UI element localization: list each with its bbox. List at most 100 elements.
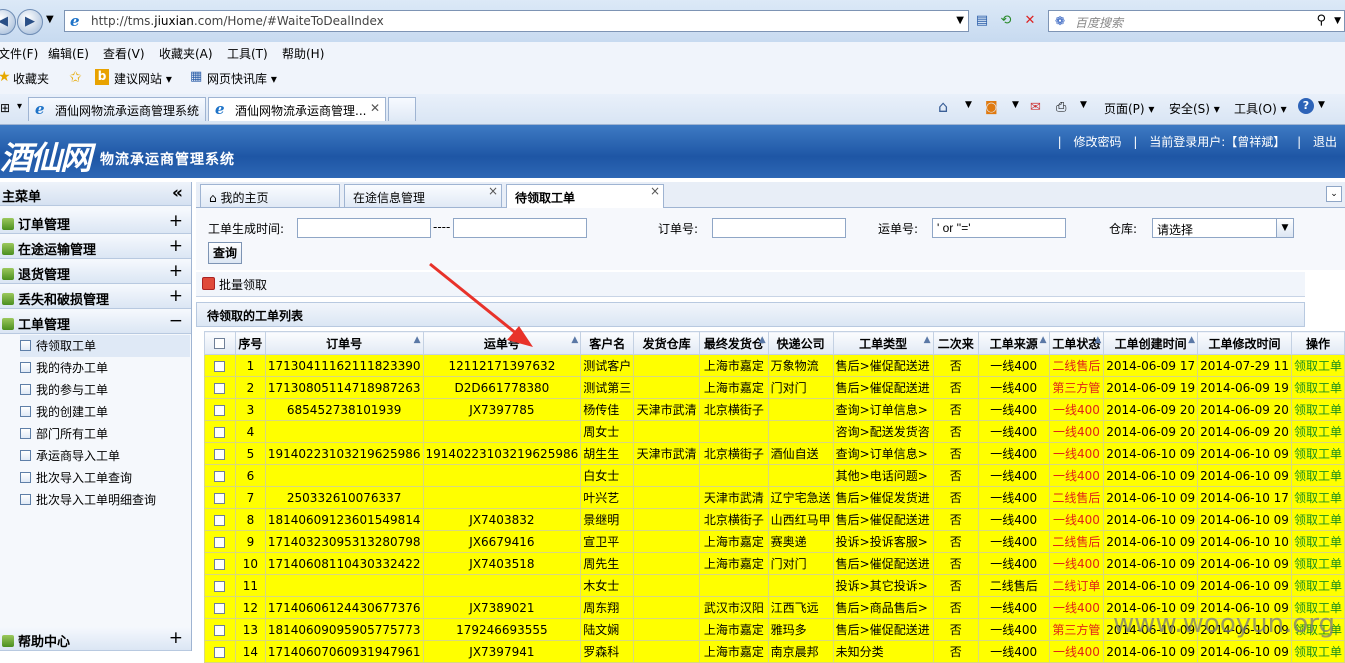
sidebar-item-my-todo[interactable]: 我的待办工单 xyxy=(20,357,108,379)
claim-work-order-link[interactable]: 领取工单 xyxy=(1290,530,1345,553)
order-no-input[interactable] xyxy=(712,218,846,238)
suggested-sites-link[interactable]: 建议网站 ▾ xyxy=(114,70,172,87)
table-row[interactable]: 9 17140323095313280798 JX6679416 宣卫平 上海市嘉定 赛奥… xyxy=(204,530,1345,553)
row-checkbox[interactable] xyxy=(214,382,226,394)
tab-transit-info[interactable]: 在途信息管理 × xyxy=(344,184,502,207)
table-row[interactable]: 11 木女士 投诉>其它投诉> 否二线售后 二线订单 2014-06-10 09 2014-… xyxy=(204,574,1345,597)
table-row[interactable]: 14 17140607060931947961 JX7397941 罗森科 上海市嘉定南… xyxy=(204,640,1345,663)
column-header[interactable]: 工单来源 ▲ xyxy=(977,331,1050,355)
row-checkbox-cell[interactable] xyxy=(204,530,236,553)
row-checkbox[interactable] xyxy=(214,514,226,526)
menu-file[interactable]: 文件(F) xyxy=(0,45,38,62)
column-header[interactable]: 订单号 ▲ xyxy=(264,331,424,355)
help-icon[interactable]: ? xyxy=(1298,98,1314,114)
address-input[interactable]: e http://tms.jiuxian.com/Home/#WaiteToDe… xyxy=(64,10,969,32)
history-dropdown-icon[interactable]: ▼ xyxy=(46,14,54,25)
tab-home[interactable]: ⌂ 我的主页 xyxy=(200,184,340,207)
close-tab-icon[interactable]: × xyxy=(650,184,660,198)
browser-tab-1[interactable]: e 酒仙网物流承运商管理系统 xyxy=(28,97,206,121)
sidebar-item-department-all[interactable]: 部门所有工单 xyxy=(20,423,108,445)
mail-icon[interactable]: ✉ xyxy=(1030,100,1041,115)
column-header[interactable]: 操作 xyxy=(1290,331,1345,355)
collapse-sidebar-icon[interactable]: « xyxy=(172,183,183,203)
created-time-start-input[interactable] xyxy=(297,218,431,238)
warehouse-select[interactable]: 请选择 ▼ xyxy=(1152,218,1294,238)
chevron-down-icon[interactable]: ▼ xyxy=(1276,219,1293,237)
sidebar-item-batch-import-detail[interactable]: 批次导入工单明细查询 xyxy=(20,489,156,511)
tab-pending-claim[interactable]: 待领取工单 × xyxy=(506,184,664,208)
menu-tools[interactable]: 工具(T) xyxy=(227,45,268,62)
expand-icon[interactable]: + xyxy=(169,211,183,231)
safety-menu[interactable]: 安全(S) ▾ xyxy=(1169,100,1220,117)
sidebar-group-orders[interactable]: 订单管理 + xyxy=(0,210,191,234)
row-checkbox[interactable] xyxy=(214,470,226,482)
sidebar-item-my-participated[interactable]: 我的参与工单 xyxy=(20,379,108,401)
row-checkbox[interactable] xyxy=(214,426,226,438)
row-checkbox[interactable] xyxy=(214,536,226,548)
web-slice-gallery-link[interactable]: 网页快讯库 ▾ xyxy=(207,70,277,87)
help-dropdown-icon[interactable]: ▼ xyxy=(1318,100,1325,110)
menu-view[interactable]: 查看(V) xyxy=(103,45,145,62)
row-checkbox[interactable] xyxy=(214,360,226,372)
column-header[interactable]: 工单创建时间 ▲ xyxy=(1103,331,1199,355)
stop-icon[interactable]: ✕ xyxy=(1021,12,1039,30)
tab-list-icon[interactable]: ▾ xyxy=(17,101,22,112)
table-row[interactable]: 3 685452738101939 JX7397785 杨传佳 天津市武清 北京横街子 查询… xyxy=(204,398,1345,421)
column-header[interactable]: 发货仓库 xyxy=(633,331,701,355)
row-checkbox-cell[interactable] xyxy=(204,420,236,443)
sort-icon[interactable]: ▲ xyxy=(571,335,578,345)
new-tab-button[interactable] xyxy=(388,97,416,121)
close-tab-icon[interactable]: ✕ xyxy=(370,101,380,115)
sidebar-group-loss-damage[interactable]: 丢失和破损管理 + xyxy=(0,285,191,309)
row-checkbox-cell[interactable] xyxy=(204,618,236,641)
table-row[interactable]: 7 250332610076337 叶兴艺 天津市武清 辽宁宅急送 售后>催促发货进否一线… xyxy=(204,486,1345,509)
search-dropdown-icon[interactable]: ▼ xyxy=(1334,16,1341,26)
sidebar-group-work-orders[interactable]: 工单管理 − xyxy=(0,310,191,334)
claim-work-order-link[interactable]: 领取工单 xyxy=(1290,464,1345,487)
select-all-checkbox[interactable] xyxy=(214,338,226,349)
logout-link[interactable]: 退出 xyxy=(1313,135,1337,149)
column-header[interactable]: 序号 xyxy=(234,331,266,355)
sidebar-item-carrier-import[interactable]: 承运商导入工单 xyxy=(20,445,120,467)
sort-icon[interactable]: ▲ xyxy=(1040,335,1047,345)
add-favorite-icon[interactable]: ✩ xyxy=(69,68,82,86)
column-header[interactable]: 工单状态 ▲ xyxy=(1048,331,1105,355)
favorites-button[interactable]: 收藏夹 xyxy=(13,70,49,87)
row-checkbox[interactable] xyxy=(214,602,226,614)
compatibility-view-icon[interactable]: ▤ xyxy=(973,12,991,30)
claim-work-order-link[interactable]: 领取工单 xyxy=(1290,640,1345,663)
table-row[interactable]: 10 17140608110430332422 JX7403518 周先生 上海市嘉定门… xyxy=(204,552,1345,575)
table-row[interactable]: 1 17130411162111823390 12112171397632 测试客户 上… xyxy=(204,354,1345,377)
print-dropdown-icon[interactable]: ▼ xyxy=(1080,100,1087,110)
row-checkbox-cell[interactable] xyxy=(204,486,236,509)
table-row[interactable]: 4 周女士 咨询>配送发货咨否一线400 一线400 2014-06-09 20 2014… xyxy=(204,420,1345,443)
column-header[interactable]: 客户名 xyxy=(580,331,635,355)
print-icon[interactable]: ⎙ xyxy=(1056,100,1066,115)
row-checkbox-cell[interactable] xyxy=(204,596,236,619)
row-checkbox-cell[interactable] xyxy=(204,464,236,487)
sidebar-group-help-center[interactable]: 帮助中心 + xyxy=(0,627,191,651)
close-tab-icon[interactable]: × xyxy=(488,184,498,198)
created-time-end-input[interactable] xyxy=(453,218,587,238)
claim-work-order-link[interactable]: 领取工单 xyxy=(1290,508,1345,531)
feeds-icon[interactable]: ◙ xyxy=(985,100,998,115)
row-checkbox[interactable] xyxy=(214,448,226,460)
table-row[interactable]: 2 17130805114718987263 D2D661778380 测试第三 上海市… xyxy=(204,376,1345,399)
table-row[interactable]: 8 18140609123601549814 JX7403832 景继明 北京横街子 山西… xyxy=(204,508,1345,531)
claim-work-order-link[interactable]: 领取工单 xyxy=(1290,398,1345,421)
query-button[interactable]: 查询 xyxy=(208,242,242,264)
menu-favorites[interactable]: 收藏夹(A) xyxy=(159,45,213,62)
row-checkbox-cell[interactable] xyxy=(204,442,236,465)
select-all-checkbox-cell[interactable] xyxy=(204,331,236,355)
row-checkbox-cell[interactable] xyxy=(204,574,236,597)
expand-icon[interactable]: + xyxy=(169,236,183,256)
search-input[interactable]: ❁ 百度搜索 ⚲ ▼ xyxy=(1048,10,1345,32)
column-header[interactable]: 运单号 ▲ xyxy=(422,331,582,355)
claim-work-order-link[interactable]: 领取工单 xyxy=(1290,354,1345,377)
claim-work-order-link[interactable]: 领取工单 xyxy=(1290,376,1345,399)
row-checkbox-cell[interactable] xyxy=(204,508,236,531)
forward-icon[interactable]: ▶ xyxy=(17,9,43,35)
column-header[interactable]: 最终发货仓 ▲ xyxy=(699,331,769,355)
claim-work-order-link[interactable]: 领取工单 xyxy=(1290,420,1345,443)
collapse-icon[interactable]: − xyxy=(169,311,183,331)
